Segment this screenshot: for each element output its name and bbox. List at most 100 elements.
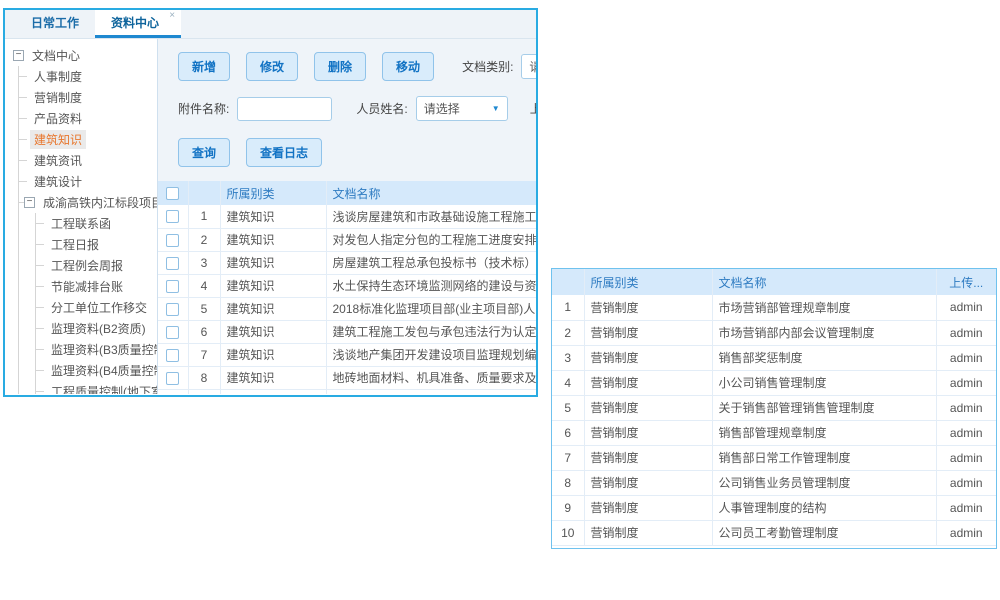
row-checkbox[interactable]: [166, 326, 179, 339]
close-icon[interactable]: ×: [169, 11, 175, 21]
table-row[interactable]: 4 建筑知识 水土保持生态环境监测网络的建设与资...: [158, 274, 536, 297]
tree-item[interactable]: 产品资料: [19, 108, 157, 129]
table-row[interactable]: 6 建筑知识 建筑工程施工发包与承包违法行为认定...: [158, 320, 536, 343]
tree-item[interactable]: 节能减排台账: [36, 276, 157, 297]
row-doc-name: 销售部管理规章制度: [712, 420, 936, 445]
table-row[interactable]: 6 营销制度 销售部管理规章制度 admin: [552, 420, 996, 445]
table-row[interactable]: 8 营销制度 公司销售业务员管理制度 admin: [552, 470, 996, 495]
table-row[interactable]: 7 营销制度 销售部日常工作管理制度 admin: [552, 445, 996, 470]
table-row[interactable]: 5 建筑知识 2018标准化监理项目部(业主项目部)人员...: [158, 297, 536, 320]
table-row[interactable]: 10 营销制度 公司员工考勤管理制度 admin: [552, 520, 996, 545]
person-name-select[interactable]: 请选择 ▼: [416, 96, 508, 121]
tree-connector: [19, 118, 27, 119]
table-row[interactable]: 1 建筑知识 浅谈房屋建筑和市政基础设施工程施工...: [158, 205, 536, 228]
select-all-checkbox[interactable]: [166, 187, 179, 200]
edit-button[interactable]: 修改: [246, 52, 298, 81]
table-row[interactable]: 2 建筑知识 对发包人指定分包的工程施工进度安排...: [158, 228, 536, 251]
tree-item[interactable]: 监理资料(B3质量控制): [36, 339, 157, 360]
tree-item[interactable]: 营销制度: [19, 87, 157, 108]
table-row[interactable]: 1 营销制度 市场营销部管理规章制度 admin: [552, 295, 996, 320]
row-doc-name: 市场营销部内部会议管理制度: [712, 320, 936, 345]
move-button[interactable]: 移动: [382, 52, 434, 81]
row-checkbox[interactable]: [166, 280, 179, 293]
row-checkbox[interactable]: [166, 234, 179, 247]
row-category: 建筑知识: [220, 228, 326, 251]
row-uploader: admin: [936, 370, 996, 395]
row-doc-name: 公司销售业务员管理制度: [712, 470, 936, 495]
row-doc-name: 浅谈地产集团开发建设项目监理规划编...: [326, 343, 536, 366]
tab-label: 资料中心: [111, 16, 159, 30]
tree-item[interactable]: 人事制度: [19, 66, 157, 87]
tree-item[interactable]: 工程联系函: [36, 213, 157, 234]
tree-item[interactable]: 工程例会周报: [36, 255, 157, 276]
table-row[interactable]: 5 营销制度 关于销售部管理销售管理制度 admin: [552, 395, 996, 420]
row-doc-name: 销售部奖惩制度: [712, 345, 936, 370]
table-row[interactable]: 7 建筑知识 浅谈地产集团开发建设项目监理规划编...: [158, 343, 536, 366]
attachment-name-label: 附件名称:: [178, 100, 229, 117]
tree-item[interactable]: 分工单位工作移交: [36, 297, 157, 318]
row-category: 营销制度: [584, 345, 712, 370]
tab-data-center[interactable]: 资料中心 ×: [95, 10, 181, 38]
view-log-button[interactable]: 查看日志: [246, 138, 322, 167]
tree-connector: [19, 97, 27, 98]
row-doc-name: 关于销售部管理销售管理制度: [712, 395, 936, 420]
row-category: 建筑知识: [220, 320, 326, 343]
chevron-down-icon: ▼: [492, 104, 500, 113]
tree-item[interactable]: 建筑设计: [19, 171, 157, 192]
tab-daily-work[interactable]: 日常工作: [15, 10, 95, 38]
table-row[interactable]: 3 营销制度 销售部奖惩制度 admin: [552, 345, 996, 370]
num-column-header: [552, 269, 584, 295]
tree-root-document-center[interactable]: − 文档中心: [13, 45, 157, 66]
row-number: 5: [552, 395, 584, 420]
row-number: 3: [552, 345, 584, 370]
collapse-icon[interactable]: −: [24, 197, 35, 208]
table-row[interactable]: 9 建筑知识 论大厦新材料、新结构、新技术，新工...: [158, 389, 536, 394]
row-category: 建筑知识: [220, 343, 326, 366]
row-number: 4: [552, 370, 584, 395]
row-uploader: admin: [936, 395, 996, 420]
tree-connector: [36, 370, 44, 371]
row-checkbox[interactable]: [166, 303, 179, 316]
table-row[interactable]: 9 营销制度 人事管理制度的结构 admin: [552, 495, 996, 520]
document-center-window: 日常工作 资料中心 × − 文档中心 人事制度: [3, 8, 538, 397]
tree-item[interactable]: 监理资料(B4质量控制): [36, 360, 157, 381]
document-table: 所属别类 文档名称 1 建筑知识 浅谈房屋建筑和市政基础设施工程施工...: [158, 181, 536, 394]
table-row[interactable]: 3 建筑知识 房屋建筑工程总承包投标书（技术标）...: [158, 251, 536, 274]
row-doc-name: 公司员工考勤管理制度: [712, 520, 936, 545]
tree-connector: [36, 328, 44, 329]
tree-node-project[interactable]: − 成渝高铁内江标段项目: [19, 192, 157, 213]
row-doc-name: 销售部日常工作管理制度: [712, 445, 936, 470]
tree-item[interactable]: 建筑知识: [19, 129, 157, 150]
tree-connector: [36, 349, 44, 350]
row-uploader: admin: [936, 420, 996, 445]
row-checkbox[interactable]: [166, 349, 179, 362]
category-column-header: 所属别类: [584, 269, 712, 295]
doc-category-select[interactable]: 请选择 ▼: [521, 54, 536, 79]
row-category: 建筑知识: [220, 274, 326, 297]
tree-item[interactable]: 工程质量控制(地下室): [36, 381, 157, 394]
add-button[interactable]: 新增: [178, 52, 230, 81]
row-category: 营销制度: [584, 370, 712, 395]
tree-item[interactable]: 建筑资讯: [19, 150, 157, 171]
row-checkbox[interactable]: [166, 257, 179, 270]
row-uploader: admin: [936, 345, 996, 370]
query-button[interactable]: 查询: [178, 138, 230, 167]
tree-item[interactable]: 工程日报: [36, 234, 157, 255]
tab-label: 日常工作: [31, 16, 79, 30]
table-row[interactable]: 2 营销制度 市场营销部内部会议管理制度 admin: [552, 320, 996, 345]
row-doc-name: 2018标准化监理项目部(业主项目部)人员...: [326, 297, 536, 320]
upload-date-label: 上传日期: [530, 100, 536, 117]
row-category: 营销制度: [584, 445, 712, 470]
table-row[interactable]: 8 建筑知识 地砖地面材料、机具准备、质量要求及...: [158, 366, 536, 389]
row-uploader: admin: [936, 295, 996, 320]
collapse-icon[interactable]: −: [13, 50, 24, 61]
row-checkbox[interactable]: [166, 372, 179, 385]
name-column-header: 文档名称: [712, 269, 936, 295]
delete-button[interactable]: 删除: [314, 52, 366, 81]
attachment-name-input[interactable]: [237, 97, 332, 121]
row-doc-name: 浅谈房屋建筑和市政基础设施工程施工...: [326, 205, 536, 228]
table-row[interactable]: 4 营销制度 小公司销售管理制度 admin: [552, 370, 996, 395]
row-checkbox[interactable]: [166, 210, 179, 223]
tree-item[interactable]: 监理资料(B2资质): [36, 318, 157, 339]
row-number: 2: [552, 320, 584, 345]
